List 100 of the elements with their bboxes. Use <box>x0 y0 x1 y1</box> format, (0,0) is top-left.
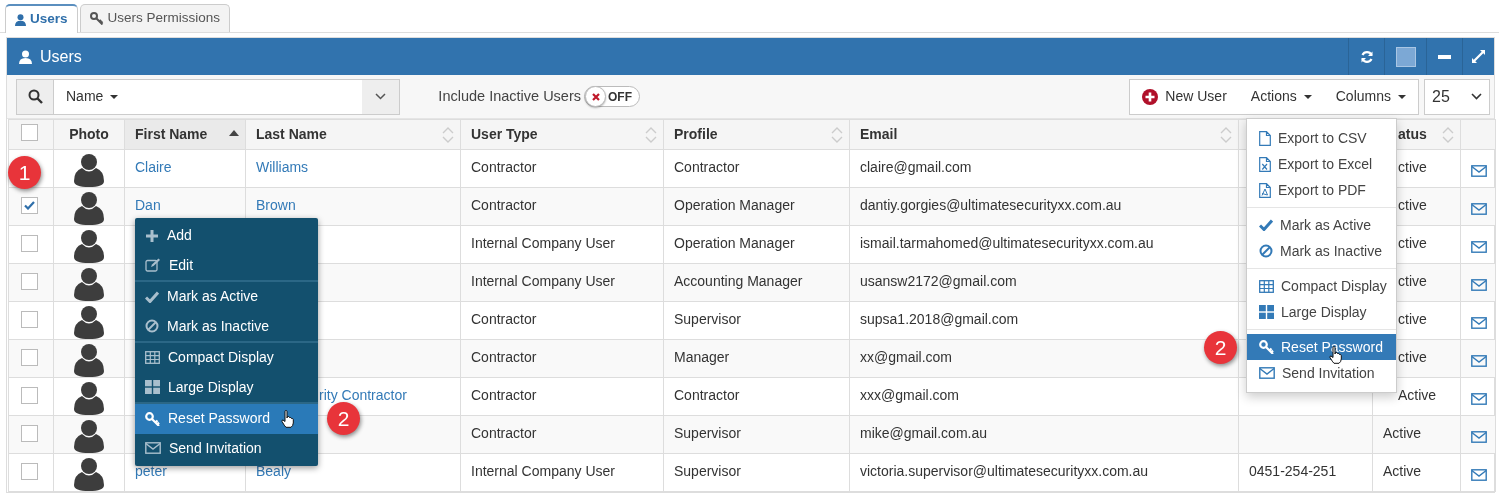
envelope-icon <box>1259 367 1275 379</box>
menu-item[interactable]: Large Display <box>1247 299 1396 325</box>
menu-item[interactable]: Export to PDF <box>1247 177 1396 203</box>
name-link[interactable]: Claire <box>135 157 172 178</box>
page-size-select[interactable]: 25 <box>1424 78 1490 115</box>
email-icon[interactable] <box>1471 317 1487 330</box>
table-cell-text: 0451-254-251 <box>1249 462 1337 481</box>
table-cell-text: Contractor <box>471 196 537 215</box>
table-cell-text: Accounting Manager <box>674 272 803 291</box>
menu-item[interactable]: Send Invitation <box>135 433 318 463</box>
email-icon[interactable] <box>1471 469 1487 482</box>
menu-item[interactable]: Mark as Inactive <box>1247 238 1396 264</box>
name-link[interactable]: Dan <box>135 195 161 216</box>
column-header[interactable]: Email <box>860 124 898 145</box>
email-icon[interactable] <box>1471 355 1487 368</box>
menu-item[interactable]: Export to CSV <box>1247 125 1396 151</box>
email-icon[interactable] <box>1471 165 1487 178</box>
name-link[interactable]: Brown <box>256 195 296 216</box>
table-cell-text: Supervisor <box>674 424 741 443</box>
table-cell-text: Supervisor <box>674 462 741 481</box>
close-icon <box>591 92 600 101</box>
avatar-icon <box>73 153 105 187</box>
key-icon <box>145 411 160 426</box>
email-icon[interactable] <box>1471 203 1487 216</box>
menu-item[interactable]: Send Invitation <box>1247 360 1396 386</box>
key-icon <box>89 12 104 25</box>
email-icon[interactable] <box>1471 431 1487 444</box>
check-icon <box>24 201 35 210</box>
panel-title: Users <box>40 46 82 67</box>
key-icon <box>1259 340 1274 354</box>
table-cell-text: Contractor <box>471 386 537 405</box>
plus-icon <box>145 228 159 243</box>
table-cell-text: Contractor <box>471 348 537 367</box>
avatar-icon <box>73 381 105 415</box>
tab[interactable]: Users <box>5 4 78 33</box>
include-inactive-label: Include Inactive Users <box>438 86 581 106</box>
ban-icon <box>1259 244 1273 258</box>
edit-icon <box>145 258 161 273</box>
table-cell-text: Contractor <box>471 424 537 443</box>
step-marker: 1 <box>8 156 41 189</box>
document-file-icon <box>1259 182 1271 198</box>
row-checkbox[interactable] <box>21 235 38 252</box>
email-icon[interactable] <box>1471 393 1487 406</box>
row-checkbox[interactable] <box>21 197 38 214</box>
row-checkbox[interactable] <box>21 349 38 366</box>
table-cell-text: ctive <box>1398 196 1427 215</box>
menu-item[interactable]: Edit <box>135 250 318 280</box>
column-header[interactable]: Profile <box>674 124 718 145</box>
expand-icon <box>1471 49 1486 64</box>
table-icon <box>145 351 160 365</box>
avatar-icon <box>73 305 105 339</box>
caret-icon <box>1303 94 1312 99</box>
row-checkbox[interactable] <box>21 463 38 480</box>
row-checkbox[interactable] <box>21 273 38 290</box>
menu-item[interactable]: Export to Excel <box>1247 151 1396 177</box>
file-icon <box>1259 130 1271 146</box>
table-cell-text: victoria.supervisor@ultimatesecurityxx.com.au <box>860 462 1149 481</box>
table-cell-text: ctive <box>1398 348 1427 367</box>
avatar-icon <box>73 457 105 491</box>
hand-cursor-icon <box>281 410 294 428</box>
table-cell-text: ctive <box>1398 272 1427 291</box>
table-cell-text: supsa1.2018@gmail.com <box>860 310 1019 329</box>
select-all-checkbox[interactable] <box>21 124 38 141</box>
table-cell-text: xx@gmail.com <box>860 348 952 367</box>
menu-item[interactable]: Add <box>135 221 318 251</box>
grid-icon <box>145 380 160 395</box>
table-cell-text: Operation Manager <box>674 196 795 215</box>
table-cell-text: ctive <box>1398 310 1427 329</box>
table-cell-text: Contractor <box>471 310 537 329</box>
refresh-icon <box>1359 49 1374 64</box>
check-icon <box>145 290 159 303</box>
menu-item[interactable]: Mark as Active <box>135 282 318 312</box>
menu-item[interactable]: Compact Display <box>1247 273 1396 299</box>
menu-item[interactable]: Mark as Inactive <box>135 311 318 341</box>
table-cell-text: mike@gmail.com.au <box>860 424 988 443</box>
spreadsheet-file-icon <box>1259 156 1271 172</box>
email-icon[interactable] <box>1471 241 1487 254</box>
avatar-icon <box>73 267 105 301</box>
email-icon[interactable] <box>1471 279 1487 292</box>
table-cell-text: usansw2172@gmail.com <box>860 272 1017 291</box>
table-cell-text: Operation Manager <box>674 234 795 253</box>
plus-circle-icon <box>1142 88 1159 105</box>
menu-item[interactable]: Compact Display <box>135 343 318 373</box>
envelope-icon <box>145 442 161 455</box>
avatar-icon <box>73 191 105 225</box>
table-cell-text: xxx@gmail.com <box>860 386 959 405</box>
grid-icon <box>1259 305 1274 319</box>
table-cell-text: ctive <box>1398 234 1427 253</box>
row-checkbox[interactable] <box>21 387 38 404</box>
menu-item[interactable]: Reset Password <box>135 404 318 434</box>
table-cell-text: Active <box>1383 424 1422 443</box>
table-cell-text: Manager <box>674 348 730 367</box>
table-cell-text: claire@gmail.com <box>860 158 972 177</box>
name-link[interactable]: Williams <box>256 157 309 178</box>
row-checkbox[interactable] <box>21 425 38 442</box>
row-checkbox[interactable] <box>21 311 38 328</box>
tab[interactable]: Users Permissions <box>79 4 231 32</box>
menu-item[interactable]: Mark as Active <box>1247 212 1396 238</box>
check-icon <box>1259 219 1273 231</box>
menu-item[interactable]: Large Display <box>135 372 318 402</box>
